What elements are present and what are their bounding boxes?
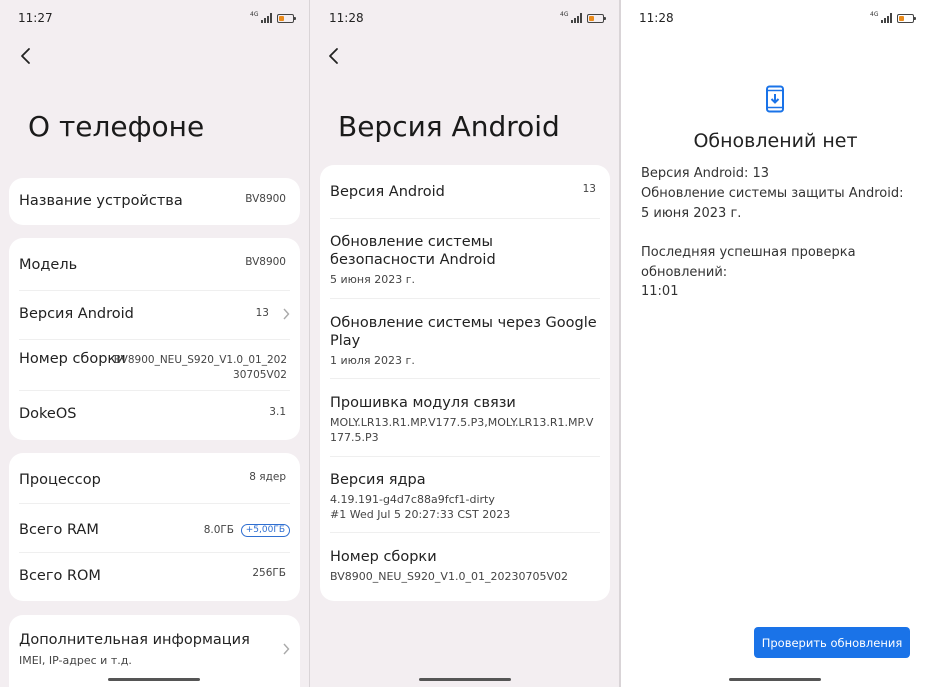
item-title: Номер сборки	[330, 549, 437, 565]
os-value: 3.1	[269, 406, 286, 418]
item-title: Обновление системы безопасности Android	[330, 234, 496, 268]
status-icons: 4G	[870, 11, 917, 24]
item-value: 13	[582, 183, 596, 195]
more-info-sub: IMEI, IP-адрес и т.д.	[19, 654, 132, 667]
ram-row[interactable]: Всего RAM 8.0ГБ +5,00ГБ	[9, 504, 300, 552]
os-row[interactable]: DokeOS 3.1	[9, 391, 300, 440]
build-number-value-line1: BV8900_NEU_S920_V1.0_01_202	[113, 354, 287, 366]
gesture-nav-bar[interactable]	[108, 678, 200, 681]
page-title: О телефоне	[28, 110, 205, 143]
more-info-label: Дополнительная информация	[19, 632, 250, 648]
divider	[330, 532, 600, 533]
security-update-text: Обновление системы защиты Android: 5 июн…	[641, 186, 904, 221]
android-version-row[interactable]: Версия Android 13	[9, 291, 300, 339]
device-name-value: BV8900	[245, 193, 286, 205]
item-sub: 5 июня 2023 г.	[330, 273, 415, 286]
back-button[interactable]	[323, 45, 345, 67]
rom-row[interactable]: Всего ROM 256ГБ	[9, 553, 300, 601]
build-number-label: Номер сборки	[19, 351, 126, 367]
baseband-item[interactable]: Прошивка модуля связи MOLY.LR13.R1.MP.V1…	[330, 394, 600, 445]
back-arrow-icon	[329, 48, 338, 64]
ram-value: 8.0ГБ	[203, 524, 234, 536]
chevron-right-icon	[283, 308, 290, 320]
status-time: 11:28	[329, 11, 364, 25]
model-value: BV8900	[245, 256, 286, 268]
signal-icon	[261, 13, 273, 23]
back-arrow-icon	[21, 48, 30, 64]
item-title: Версия Android	[330, 184, 445, 200]
processor-value: 8 ядер	[249, 471, 286, 483]
model-row[interactable]: Модель BV8900	[9, 238, 300, 290]
os-label: DokeOS	[19, 406, 77, 422]
build-number-value-line2: 30705V02	[233, 369, 287, 381]
build-number-row[interactable]: Номер сборки BV8900_NEU_S920_V1.0_01_202…	[9, 340, 300, 390]
device-name-label: Название устройства	[19, 193, 183, 209]
android-version-value: 13	[255, 307, 269, 319]
processor-label: Процессор	[19, 472, 101, 488]
divider	[330, 218, 600, 219]
item-sub: BV8900_NEU_S920_V1.0_01_20230705V02	[330, 570, 568, 583]
battery-icon	[277, 13, 297, 23]
divider	[330, 298, 600, 299]
item-sub-2: #1 Wed Jul 5 20:27:33 CST 2023	[330, 508, 511, 521]
item-sub: 1 июля 2023 г.	[330, 354, 415, 367]
kernel-item[interactable]: Версия ядра 4.19.191-g4d7c88a9fcf1-dirty…	[330, 471, 600, 522]
status-icons: 4G	[560, 11, 607, 24]
build-number-item[interactable]: Номер сборки BV8900_NEU_S920_V1.0_01_202…	[330, 548, 600, 584]
network-type: 4G	[250, 11, 259, 18]
system-update-screen: 11:28 4G Обновлений нет Версия Android: …	[621, 0, 930, 687]
version-item[interactable]: Версия Android 13	[330, 183, 600, 201]
model-label: Модель	[19, 257, 78, 273]
item-sub: MOLY.LR13.R1.MP.V177.5.P3,MOLY.LR13.R1.M…	[330, 416, 594, 444]
divider	[330, 456, 600, 457]
processor-row[interactable]: Процессор 8 ядер	[9, 453, 300, 503]
status-icons: 4G	[250, 11, 297, 24]
security-update-item[interactable]: Обновление системы безопасности Android …	[330, 233, 600, 287]
battery-icon	[897, 13, 917, 23]
battery-icon	[587, 13, 607, 23]
page-title: Версия Android	[338, 110, 560, 143]
device-name-card[interactable]: Название устройства BV8900	[9, 178, 300, 225]
check-updates-button[interactable]: Проверить обновления	[754, 627, 910, 658]
rom-label: Всего ROM	[19, 568, 101, 584]
android-version-text: Версия Android: 13	[641, 166, 770, 181]
about-phone-screen: 11:27 4G О телефоне Название устройства …	[0, 0, 309, 687]
gesture-nav-bar[interactable]	[419, 678, 511, 681]
google-play-update-item[interactable]: Обновление системы через Google Play 1 и…	[330, 314, 600, 368]
gesture-nav-bar[interactable]	[729, 678, 821, 681]
status-time: 11:28	[639, 11, 674, 25]
hardware-card: Процессор 8 ядер Всего RAM 8.0ГБ +5,00ГБ…	[9, 453, 300, 601]
update-status-title: Обновлений нет	[693, 130, 858, 152]
extended-ram-badge: +5,00ГБ	[240, 524, 290, 537]
android-version-card: Версия Android 13 Обновление системы без…	[320, 165, 610, 601]
status-time: 11:27	[18, 11, 53, 25]
last-check-time: 11:01	[641, 284, 679, 299]
item-sub: 4.19.191-g4d7c88a9fcf1-dirty	[330, 493, 495, 506]
device-info-card: Модель BV8900 Версия Android 13 Номер сб…	[9, 238, 300, 440]
item-title: Версия ядра	[330, 472, 426, 488]
item-title: Прошивка модуля связи	[330, 395, 516, 411]
network-type: 4G	[560, 11, 569, 18]
network-type: 4G	[870, 11, 879, 18]
more-info-card[interactable]: Дополнительная информация IMEI, IP-адрес…	[9, 615, 300, 687]
chevron-right-icon	[283, 643, 290, 655]
last-check-label: Последняя успешная проверка обновлений:	[641, 245, 856, 280]
back-button[interactable]	[15, 45, 37, 67]
ram-label: Всего RAM	[19, 522, 99, 538]
signal-icon	[881, 13, 893, 23]
android-version-label: Версия Android	[19, 306, 134, 322]
phone-download-icon	[766, 85, 784, 113]
divider	[330, 378, 600, 379]
item-title: Обновление системы через Google Play	[330, 315, 597, 349]
signal-icon	[571, 13, 583, 23]
rom-value: 256ГБ	[252, 567, 286, 579]
